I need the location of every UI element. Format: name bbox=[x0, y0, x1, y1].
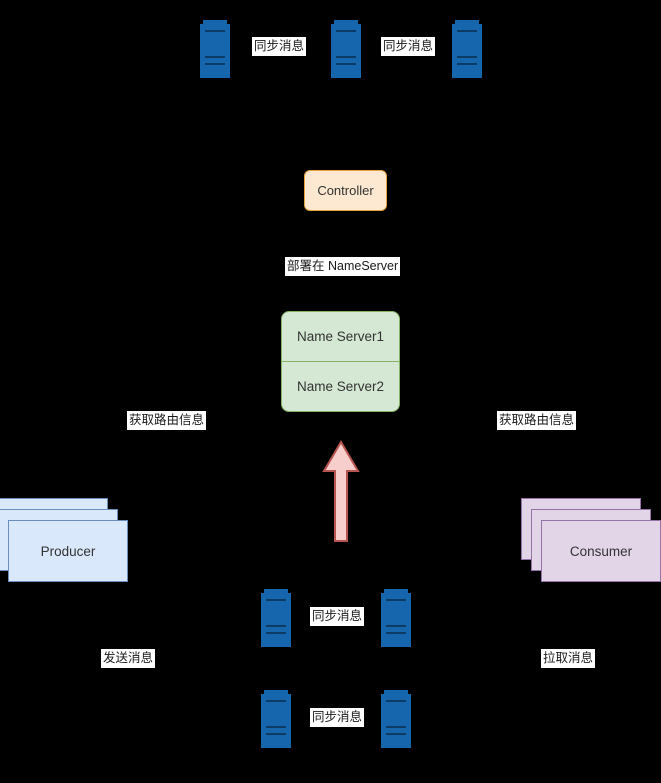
server-tower bbox=[200, 20, 230, 78]
server-icon bbox=[261, 589, 291, 647]
server-notch-right bbox=[479, 20, 482, 24]
server-bar bbox=[386, 632, 406, 634]
name-server-2-label: Name Server2 bbox=[296, 379, 385, 394]
diagram-canvas: 同步消息 同步消息 Controller 部署在 NameServer Name… bbox=[0, 0, 661, 783]
name-server-1-label: Name Server1 bbox=[296, 329, 385, 344]
server-bar bbox=[336, 56, 356, 58]
send-message-label: 发送消息 bbox=[101, 649, 156, 668]
producer-label: Producer bbox=[40, 543, 96, 559]
name-server-2-node[interactable]: Name Server2 bbox=[281, 361, 400, 412]
server-icon bbox=[452, 20, 482, 78]
name-server-1-node[interactable]: Name Server1 bbox=[281, 311, 400, 362]
server-tower bbox=[261, 690, 291, 748]
controller-node[interactable]: Controller bbox=[304, 170, 387, 211]
server-bar bbox=[266, 632, 286, 634]
consumer-card-front[interactable]: Consumer bbox=[541, 520, 661, 582]
deploy-note-label: 部署在 NameServer bbox=[285, 257, 401, 276]
server-tower bbox=[452, 20, 482, 78]
server-bar bbox=[266, 625, 286, 627]
server-notch-left bbox=[200, 20, 203, 24]
server-icon bbox=[331, 20, 361, 78]
route-info-label-right: 获取路由信息 bbox=[497, 411, 577, 430]
server-notch-right bbox=[358, 20, 361, 24]
server-bar bbox=[457, 63, 477, 65]
server-notch-left bbox=[452, 20, 455, 24]
server-notch-left bbox=[381, 690, 384, 694]
server-bar bbox=[386, 700, 406, 702]
server-bar bbox=[266, 726, 286, 728]
sync-message-label: 同步消息 bbox=[310, 607, 365, 626]
server-tower bbox=[331, 20, 361, 78]
server-bar bbox=[266, 700, 286, 702]
server-notch-right bbox=[227, 20, 230, 24]
server-bar bbox=[457, 30, 477, 32]
server-icon bbox=[261, 690, 291, 748]
server-bar bbox=[457, 56, 477, 58]
server-notch-left bbox=[381, 589, 384, 593]
server-bar bbox=[205, 30, 225, 32]
server-notch-left bbox=[331, 20, 334, 24]
sync-message-label: 同步消息 bbox=[310, 708, 365, 727]
server-bar bbox=[336, 63, 356, 65]
server-notch-right bbox=[288, 690, 291, 694]
server-bar bbox=[386, 726, 406, 728]
server-tower bbox=[381, 589, 411, 647]
server-icon bbox=[381, 690, 411, 748]
server-notch-right bbox=[288, 589, 291, 593]
consumer-label: Consumer bbox=[569, 543, 633, 559]
upward-arrow-icon bbox=[322, 440, 360, 543]
controller-label: Controller bbox=[317, 183, 374, 198]
server-bar bbox=[266, 733, 286, 735]
server-icon bbox=[381, 589, 411, 647]
pull-message-label: 拉取消息 bbox=[541, 649, 596, 668]
consumer-stack[interactable]: Consumer bbox=[521, 498, 661, 588]
server-bar bbox=[205, 63, 225, 65]
server-bar bbox=[336, 30, 356, 32]
sync-message-label: 同步消息 bbox=[381, 37, 436, 56]
sync-message-label: 同步消息 bbox=[252, 37, 307, 56]
route-info-label-left: 获取路由信息 bbox=[127, 411, 207, 430]
server-notch-left bbox=[261, 690, 264, 694]
producer-card-front[interactable]: Producer bbox=[8, 520, 128, 582]
server-notch-right bbox=[408, 589, 411, 593]
server-notch-left bbox=[261, 589, 264, 593]
server-tower bbox=[381, 690, 411, 748]
server-bar bbox=[205, 56, 225, 58]
server-notch-right bbox=[408, 690, 411, 694]
server-bar bbox=[266, 599, 286, 601]
server-bar bbox=[386, 599, 406, 601]
server-icon bbox=[200, 20, 230, 78]
server-bar bbox=[386, 733, 406, 735]
server-tower bbox=[261, 589, 291, 647]
producer-stack[interactable]: Producer bbox=[0, 498, 128, 588]
server-bar bbox=[386, 625, 406, 627]
